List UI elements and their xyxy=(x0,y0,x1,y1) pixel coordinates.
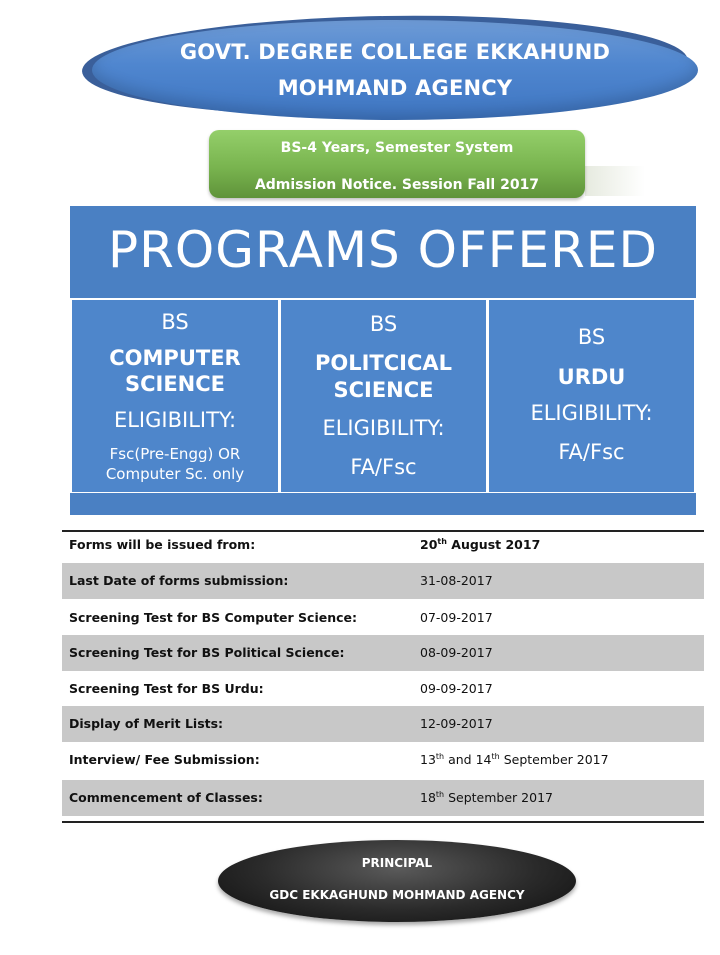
eligibility-label: ELIGIBILITY: xyxy=(322,416,445,440)
table-row: Display of Merit Lists: 12-09-2017 xyxy=(62,706,704,742)
row-value: 13th and 14th September 2017 xyxy=(420,751,609,767)
notice-shadow xyxy=(585,166,645,196)
college-name-line1: GOVT. DEGREE COLLEGE EKKAHUND xyxy=(179,40,611,64)
row-value: 07-09-2017 xyxy=(420,610,493,625)
row-value: 18th September 2017 xyxy=(420,789,553,805)
principal-institution: GDC EKKAGHUND MOHMAND AGENCY xyxy=(269,888,525,902)
program-name-line1: POLITCICAL xyxy=(314,351,453,375)
row-value: 31-08-2017 xyxy=(420,573,493,588)
program-card-political-science: BS POLITCICAL SCIENCE ELIGIBILITY: FA/Fs… xyxy=(281,300,486,492)
program-name-line1: COMPUTER xyxy=(109,346,241,370)
program-card-urdu: BS URDU ELIGIBILITY: FA/Fsc xyxy=(489,300,694,492)
row-label: Interview/ Fee Submission: xyxy=(69,752,260,767)
program-card-computer-science: BS COMPUTER SCIENCE ELIGIBILITY: Fsc(Pre… xyxy=(72,300,278,492)
table-bottom-rule xyxy=(62,821,704,823)
row-value: 09-09-2017 xyxy=(420,681,493,696)
table-row: Last Date of forms submission: 31-08-201… xyxy=(62,563,704,599)
notice-line2: Admission Notice. Session Fall 2017 xyxy=(254,177,540,193)
notice-line1: BS-4 Years, Semester System xyxy=(280,140,514,156)
row-value: 12-09-2017 xyxy=(420,716,493,731)
program-name-line2: SCIENCE xyxy=(124,372,226,396)
eligibility-label: ELIGIBILITY: xyxy=(530,401,653,425)
table-row: Interview/ Fee Submission: 13th and 14th… xyxy=(62,742,704,778)
row-label: Last Date of forms submission: xyxy=(69,573,289,588)
programs-footer-band xyxy=(70,493,696,515)
college-name-line2: MOHMAND AGENCY xyxy=(277,76,513,100)
row-label: Screening Test for BS Political Science: xyxy=(69,645,345,660)
table-row: Commencement of Classes: 18th September … xyxy=(62,780,704,816)
row-value: 08-09-2017 xyxy=(420,645,493,660)
program-degree: BS xyxy=(577,325,606,349)
eligibility-line1: FA/Fsc xyxy=(558,440,625,464)
eligibility-line2: Computer Sc. only xyxy=(105,465,245,483)
table-row: Forms will be issued from: 20th August 2… xyxy=(62,527,704,563)
programs-title: PROGRAMS OFFERED xyxy=(108,221,658,279)
program-name-line2: SCIENCE xyxy=(333,378,434,402)
table-row: Screening Test for BS Urdu: 09-09-2017 xyxy=(62,671,704,707)
table-row: Screening Test for BS Political Science:… xyxy=(62,635,704,671)
program-degree: BS xyxy=(369,312,398,336)
row-label: Forms will be issued from: xyxy=(69,537,256,552)
row-label: Screening Test for BS Urdu: xyxy=(69,681,264,696)
college-banner xyxy=(92,20,698,120)
eligibility-line1: Fsc(Pre-Engg) OR xyxy=(109,445,241,463)
principal-title: PRINCIPAL xyxy=(361,856,433,870)
row-label: Display of Merit Lists: xyxy=(69,716,224,731)
row-label: Screening Test for BS Computer Science: xyxy=(69,610,358,625)
program-degree: BS xyxy=(161,310,189,334)
table-row: Screening Test for BS Computer Science: … xyxy=(62,600,704,636)
eligibility-line1: FA/Fsc xyxy=(350,455,417,479)
eligibility-label: ELIGIBILITY: xyxy=(113,408,237,432)
program-name-line1: URDU xyxy=(557,365,626,389)
row-label: Commencement of Classes: xyxy=(69,790,263,805)
row-value: 20th August 2017 xyxy=(420,536,541,552)
principal-signature-badge xyxy=(218,840,576,922)
